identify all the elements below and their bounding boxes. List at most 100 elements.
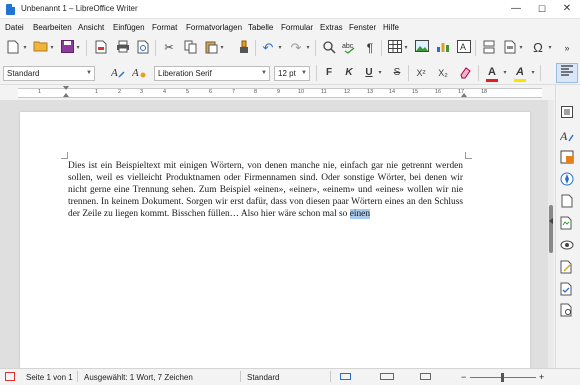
clone-formatting-icon[interactable] <box>236 40 252 56</box>
new-style-icon[interactable]: A <box>131 65 147 81</box>
menu-tabelle[interactable]: Tabelle <box>248 23 273 32</box>
clear-formatting-icon[interactable] <box>457 65 473 81</box>
menu-formular[interactable]: Formular <box>281 23 313 32</box>
zoom-in-button[interactable]: + <box>539 372 544 382</box>
sidebar-design-icon[interactable] <box>559 260 575 276</box>
insert-text-box-icon[interactable]: A <box>456 40 472 56</box>
sidebar-navigator-icon[interactable] <box>559 172 575 188</box>
menu-formatvorlagen[interactable]: Formatvorlagen <box>186 23 242 32</box>
menu-hilfe[interactable]: Hilfe <box>383 23 399 32</box>
formatting-marks-icon[interactable]: ¶ <box>362 40 378 56</box>
right-indent-marker[interactable] <box>461 93 467 97</box>
insert-image-icon[interactable] <box>414 40 430 56</box>
spelling-icon[interactable]: abc <box>341 40 357 56</box>
underline-button[interactable]: U <box>361 65 377 81</box>
insert-table-icon[interactable] <box>387 40 403 56</box>
menu-einfuegen[interactable]: Einfügen <box>113 23 145 32</box>
sidebar-accessibility-check-icon[interactable] <box>559 282 575 298</box>
status-separator <box>77 371 78 382</box>
document-page[interactable] <box>20 112 530 368</box>
open-folder-icon[interactable] <box>32 40 48 56</box>
redo-dropdown-caret-icon[interactable]: ▾ <box>305 40 311 56</box>
sidebar-gallery-icon[interactable] <box>559 216 575 232</box>
insert-chart-icon[interactable] <box>435 40 451 56</box>
toolbar-overflow-icon[interactable]: » <box>559 40 575 56</box>
single-page-view-icon[interactable] <box>340 373 351 380</box>
subscript-button[interactable]: X₂ <box>435 65 451 81</box>
superscript-button[interactable]: X² <box>413 65 429 81</box>
font-name-value: Liberation Serif <box>158 69 212 78</box>
ruler-number: 12 <box>344 89 351 95</box>
find-replace-icon[interactable] <box>321 40 337 56</box>
paragraph-style-combo[interactable]: Standard ▼ <box>3 66 95 81</box>
menu-bearbeiten[interactable]: Bearbeiten <box>33 23 72 32</box>
sidebar-properties-icon[interactable]: A <box>559 128 575 144</box>
print-icon[interactable] <box>115 40 131 56</box>
menu-datei[interactable]: Datei <box>5 23 24 32</box>
open-dropdown-caret-icon[interactable]: ▾ <box>49 40 55 56</box>
minimize-button[interactable]: — <box>503 0 529 18</box>
sidebar-image-properties-icon[interactable] <box>559 303 575 319</box>
document-modified-icon[interactable] <box>5 372 15 381</box>
strikethrough-button[interactable]: S <box>389 65 405 81</box>
paste-icon[interactable] <box>203 40 219 56</box>
align-left-icon[interactable] <box>559 65 575 81</box>
document-body-text[interactable]: Dies ist ein Beispieltext mit einigen Wö… <box>68 160 463 220</box>
menu-fenster[interactable]: Fenster <box>349 23 376 32</box>
sidebar-collapse-handle-icon[interactable] <box>549 218 553 224</box>
menu-format[interactable]: Format <box>152 23 177 32</box>
left-indent-marker[interactable] <box>63 93 69 97</box>
ruler-number: 6 <box>209 89 213 95</box>
save-dropdown-caret-icon[interactable]: ▾ <box>75 40 81 56</box>
font-color-dropdown-caret-icon[interactable]: ▾ <box>502 65 508 81</box>
insert-special-character-icon[interactable]: Ω <box>530 40 546 56</box>
chevron-down-icon: ▼ <box>301 70 307 76</box>
redo-icon[interactable]: ↷ <box>288 40 304 56</box>
underline-dropdown-caret-icon[interactable]: ▾ <box>377 65 383 81</box>
zoom-out-button[interactable]: − <box>461 372 466 382</box>
bold-button[interactable]: F <box>321 65 337 81</box>
highlight-dropdown-caret-icon[interactable]: ▾ <box>530 65 536 81</box>
svg-text:A: A <box>460 42 466 52</box>
font-size-combo[interactable]: 12 pt ▼ <box>274 66 310 81</box>
book-view-icon[interactable] <box>420 373 431 380</box>
zoom-slider-thumb[interactable] <box>501 373 504 382</box>
multi-page-view-icon[interactable] <box>380 373 394 380</box>
page-style[interactable]: Standard <box>247 373 279 382</box>
insert-page-break-icon[interactable] <box>481 40 497 56</box>
table-dropdown-caret-icon[interactable]: ▾ <box>403 40 409 56</box>
sidebar-page-icon[interactable] <box>559 150 575 166</box>
page-count[interactable]: Seite 1 von 1 <box>26 373 73 382</box>
ruler-number: 14 <box>389 89 396 95</box>
undo-dropdown-caret-icon[interactable]: ▾ <box>277 40 283 56</box>
save-icon[interactable] <box>59 40 75 56</box>
undo-icon[interactable]: ↶ <box>260 40 276 56</box>
new-dropdown-caret-icon[interactable]: ▾ <box>22 40 28 56</box>
ruler-number: 2 <box>118 89 122 95</box>
field-dropdown-caret-icon[interactable]: ▾ <box>518 40 524 56</box>
maximize-button[interactable]: ☐ <box>529 0 555 18</box>
font-name-combo[interactable]: Liberation Serif ▼ <box>154 66 270 81</box>
word-character-count[interactable]: Ausgewählt: 1 Wort, 7 Zeichen <box>84 373 193 382</box>
special-character-dropdown-caret-icon[interactable]: ▾ <box>547 40 553 56</box>
menu-ansicht[interactable]: Ansicht <box>78 23 104 32</box>
sidebar-styles-icon[interactable] <box>559 194 575 210</box>
insert-field-icon[interactable] <box>502 40 518 56</box>
vertical-scrollbar-thumb[interactable] <box>549 205 553 253</box>
export-pdf-icon[interactable] <box>93 40 109 56</box>
cut-icon[interactable]: ✂ <box>161 40 177 56</box>
svg-text:A: A <box>111 67 118 79</box>
menu-extras[interactable]: Extras <box>320 23 343 32</box>
highlight-color-button[interactable]: A <box>512 64 528 80</box>
new-document-icon[interactable] <box>5 40 21 56</box>
italic-button[interactable]: K <box>341 65 357 81</box>
sidebar-manage-changes-icon[interactable] <box>559 238 575 254</box>
first-indent-marker[interactable] <box>63 86 69 90</box>
update-style-icon[interactable]: A <box>110 65 126 81</box>
copy-icon[interactable] <box>182 40 198 56</box>
font-color-button[interactable]: A <box>484 64 500 80</box>
close-button[interactable]: ✕ <box>554 0 580 18</box>
paste-dropdown-caret-icon[interactable]: ▾ <box>219 40 225 56</box>
sidebar-menu-icon[interactable] <box>559 106 575 122</box>
toggle-print-preview-icon[interactable] <box>135 40 151 56</box>
